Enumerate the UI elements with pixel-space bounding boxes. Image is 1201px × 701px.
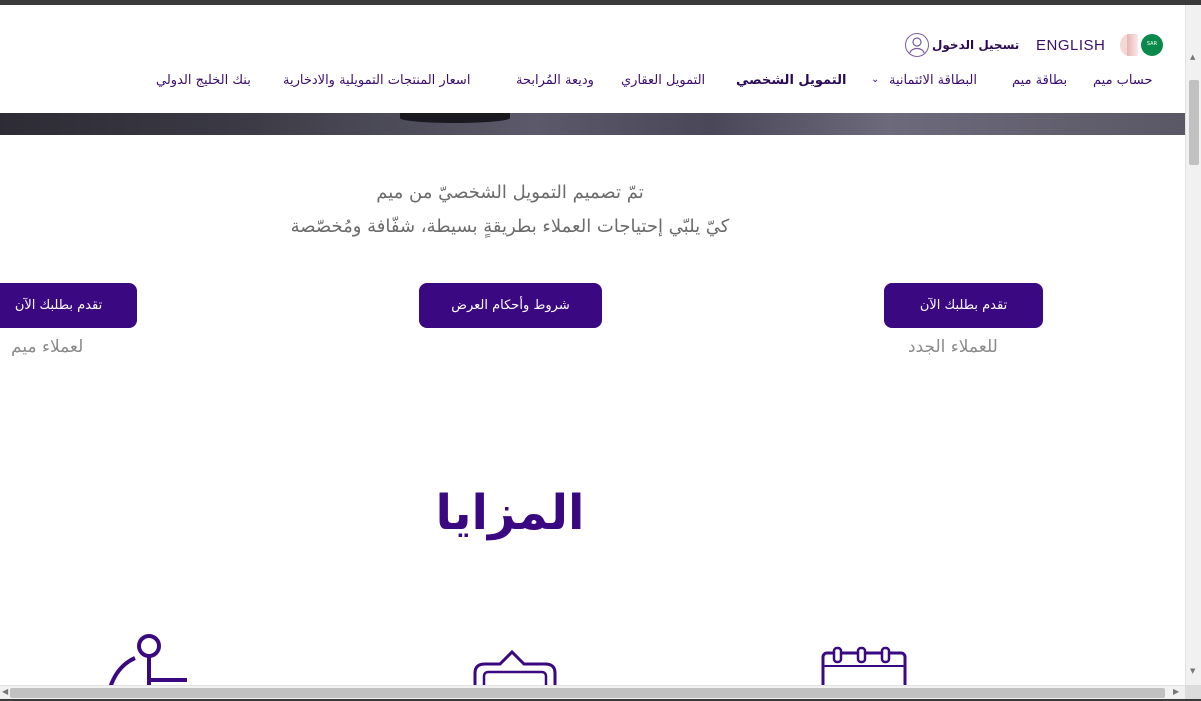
nav-item-product-rates[interactable]: اسعار المنتجات التمويلية والادخارية xyxy=(283,73,470,88)
english-language-link[interactable]: ENGLISH xyxy=(1036,37,1105,54)
hero-image-strip xyxy=(0,113,1185,135)
vertical-scrollbar[interactable]: ▲ ▼ xyxy=(1185,5,1201,685)
intro-line-2: كيّ يلبّي إحتياجات العملاء بطريقةٍ بسيطة… xyxy=(290,216,730,237)
chevron-down-icon[interactable]: ⌄ xyxy=(871,74,879,85)
apply-new-customers-button[interactable]: تقدم بطلبك الآن xyxy=(884,283,1043,328)
bahrain-flag-icon[interactable] xyxy=(1120,34,1138,56)
new-customers-label: للعملاء الجدد xyxy=(908,337,998,357)
nav-item-home-finance[interactable]: التمويل العقاري xyxy=(621,73,705,88)
apply-meem-customers-button[interactable]: تقدم بطلبك الآن xyxy=(0,283,137,328)
vertical-scroll-thumb[interactable] xyxy=(1189,80,1199,165)
nav-item-credit-card[interactable]: البطاقة الائتمانية xyxy=(889,73,977,88)
hero-image-detail xyxy=(400,113,510,123)
nav-item-meem-account[interactable]: حساب ميم xyxy=(1093,73,1153,88)
meem-customers-label: لعملاء ميم xyxy=(11,337,84,357)
saudi-flag-icon[interactable]: SAR xyxy=(1141,34,1163,56)
nav-item-personal-finance[interactable]: التمويل الشخصي xyxy=(736,73,846,88)
nav-item-meem-card[interactable]: بطاقة ميم xyxy=(1012,73,1067,88)
user-icon[interactable] xyxy=(905,33,929,57)
horizontal-scroll-thumb[interactable] xyxy=(10,688,1165,698)
anchor-icon xyxy=(105,628,195,692)
money-sar-icon xyxy=(470,628,560,694)
scroll-left-arrow-icon[interactable]: ◀ xyxy=(2,687,8,696)
features-title: المزايا xyxy=(435,485,585,541)
login-link[interactable]: تسجيل الدخول xyxy=(932,38,1019,52)
calendar-icon xyxy=(820,628,908,695)
nav-item-murabaha-deposit[interactable]: وديعة المُرابحة xyxy=(516,73,594,88)
site-header: SAR ENGLISH تسجيل الدخول xyxy=(0,5,1185,113)
horizontal-scrollbar[interactable]: ◀ ▶ xyxy=(0,685,1185,699)
scroll-right-arrow-icon[interactable]: ▶ xyxy=(1173,687,1179,696)
sa-flag-text: SAR xyxy=(1146,41,1158,47)
nav-item-gulf-international-bank[interactable]: بنك الخليج الدولي xyxy=(156,73,251,88)
scroll-down-arrow-icon[interactable]: ▼ xyxy=(1190,667,1195,675)
scroll-up-arrow-icon[interactable]: ▲ xyxy=(1190,53,1195,61)
intro-line-1: تمّ تصميم التمويل الشخصيّ من ميم xyxy=(376,182,644,203)
offer-terms-button[interactable]: شروط وأحكام العرض xyxy=(419,283,602,328)
